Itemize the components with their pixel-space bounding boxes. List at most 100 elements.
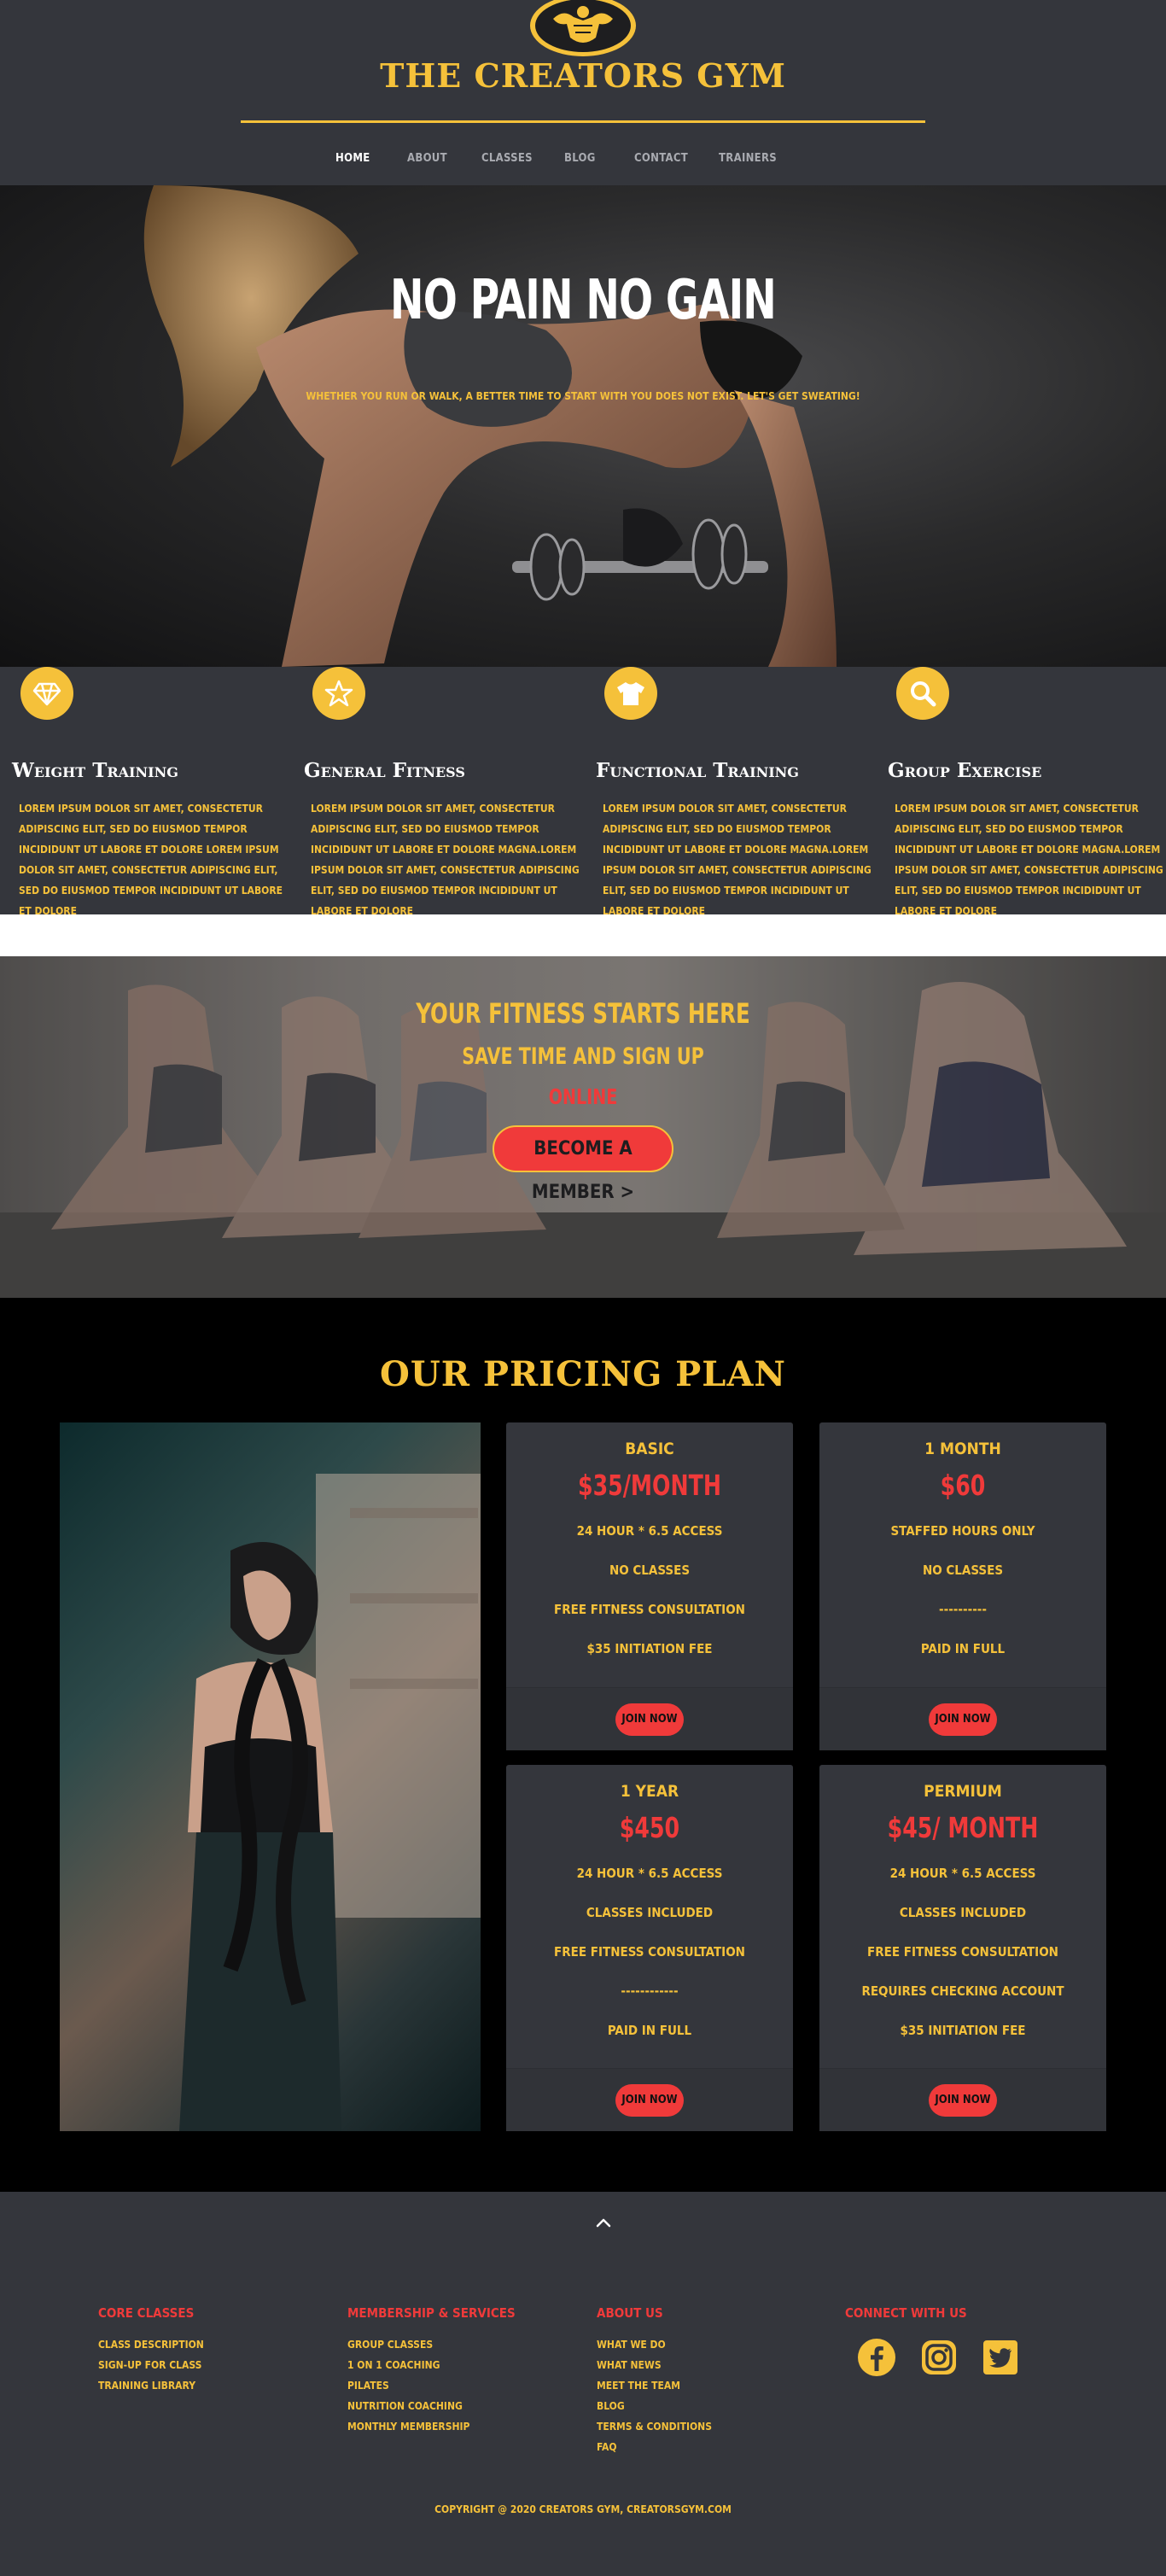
pricing-card-1-year: 1 YEAR $450 24 HOUR * 6.5 ACCESS CLASSES…	[506, 1765, 793, 2131]
site-title[interactable]: THE CREATORS GYM	[0, 56, 1166, 95]
plan-feature: ----------	[938, 1602, 988, 1617]
feature-text: LOREM IPSUM DOLOR SIT AMET, CONSECTETUR …	[311, 803, 580, 917]
footer-link[interactable]: WHAT NEWS	[597, 2355, 712, 2375]
plan-feature: 24 HOUR * 6.5 ACCESS	[576, 1523, 723, 1539]
tshirt-icon[interactable]	[604, 667, 657, 720]
feature-card: Functional Training LOREM IPSUM DOLOR SI…	[596, 667, 877, 917]
nav-item-trainers[interactable]: TRAINERS	[719, 152, 777, 165]
footer-link[interactable]: WHAT WE DO	[597, 2334, 712, 2355]
feature-card: Weight Training LOREM IPSUM DOLOR SIT AM…	[12, 667, 294, 917]
cta-online-label: ONLINE	[548, 1084, 618, 1109]
footer-heading: CONNECT WITH US	[845, 2305, 967, 2321]
trainer-photo	[60, 1422, 481, 2131]
feature-text: LOREM IPSUM DOLOR SIT AMET, CONSECTETUR …	[895, 803, 1163, 917]
cta-title: YOUR FITNESS STARTS HERE	[416, 997, 750, 1030]
plan-price: $35/MONTH	[578, 1469, 721, 1502]
plan-feature: ------------	[621, 1983, 679, 1999]
diamond-icon[interactable]	[20, 667, 73, 720]
plan-feature: 24 HOUR * 6.5 ACCESS	[889, 1866, 1036, 1881]
plan-price: $45/ MONTH	[887, 1811, 1039, 1844]
footer-link[interactable]: MEET THE TEAM	[597, 2375, 712, 2396]
footer-column-about: ABOUT US WHAT WE DO WHAT NEWS MEET THE T…	[597, 2305, 712, 2457]
plan-feature: FREE FITNESS CONSULTATION	[867, 1944, 1058, 1960]
bodybuilder-logo-icon[interactable]	[529, 0, 637, 56]
footer-heading: CORE CLASSES	[98, 2305, 195, 2321]
footer-link[interactable]: BLOG	[597, 2396, 712, 2416]
chevron-up-icon[interactable]	[593, 2212, 614, 2233]
features-section: Weight Training LOREM IPSUM DOLOR SIT AM…	[0, 667, 1166, 917]
pricing-card-premium: PERMIUM $45/ MONTH 24 HOUR * 6.5 ACCESS …	[819, 1765, 1106, 2131]
instagram-icon[interactable]	[918, 2337, 959, 2378]
feature-title: Functional Training	[596, 759, 799, 782]
footer-link[interactable]: MONTHLY MEMBERSHIP	[347, 2416, 516, 2437]
plan-feature: CLASSES INCLUDED	[899, 1905, 1027, 1920]
plan-name: 1 YEAR	[620, 1782, 679, 1801]
join-now-button[interactable]: JOIN NOW	[615, 2084, 684, 2117]
feature-card: General Fitness LOREM IPSUM DOLOR SIT AM…	[304, 667, 586, 917]
plan-name: PERMIUM	[924, 1782, 1002, 1801]
plan-footer: JOIN NOW	[819, 1687, 1106, 1750]
feature-text: LOREM IPSUM DOLOR SIT AMET, CONSECTETUR …	[19, 803, 283, 917]
pricing-card-1-month: 1 MONTH $60 STAFFED HOURS ONLY NO CLASSE…	[819, 1422, 1106, 1750]
footer-link[interactable]: TERMS & CONDITIONS	[597, 2416, 712, 2437]
join-now-button[interactable]: JOIN NOW	[615, 1703, 684, 1736]
footer-column-connect: CONNECT WITH US	[845, 2305, 967, 2334]
copyright-text: COPYRIGHT @ 2020 CREATORS GYM, CREATORSG…	[434, 2503, 732, 2515]
footer-link[interactable]: FAQ	[597, 2437, 712, 2457]
plan-feature: CLASSES INCLUDED	[586, 1905, 714, 1920]
footer-link[interactable]: PILATES	[347, 2375, 516, 2396]
feature-text: LOREM IPSUM DOLOR SIT AMET, CONSECTETUR …	[603, 803, 872, 917]
hero-title: NO PAIN NO GAIN	[390, 269, 777, 332]
plan-feature: STAFFED HOURS ONLY	[890, 1523, 1035, 1539]
pricing-section: OUR PRICING PLAN BASIC $35/MONTH 24 HOUR…	[0, 1298, 1166, 2192]
plan-feature: $35 INITIATION FEE	[900, 2023, 1026, 2038]
plan-price: $60	[940, 1469, 986, 1502]
membership-cta: YOUR FITNESS STARTS HERE SAVE TIME AND S…	[0, 956, 1166, 1298]
plan-feature: NO CLASSES	[609, 1563, 691, 1578]
search-icon[interactable]	[896, 667, 949, 720]
feature-title: Group Exercise	[888, 759, 1042, 782]
plan-name: 1 MONTH	[924, 1440, 1001, 1458]
hero-athlete-image	[143, 185, 837, 667]
feature-title: General Fitness	[304, 759, 465, 782]
plan-feature: FREE FITNESS CONSULTATION	[554, 1602, 745, 1617]
pricing-title: OUR PRICING PLAN	[380, 1354, 786, 1394]
nav-item-contact[interactable]: CONTACT	[634, 152, 688, 165]
nav-item-home[interactable]: HOME	[335, 152, 370, 165]
hero-subtitle: WHETHER YOU RUN OR WALK, A BETTER TIME T…	[306, 390, 860, 402]
nav-item-about[interactable]: ABOUT	[407, 152, 447, 165]
join-now-button[interactable]: JOIN NOW	[929, 2084, 997, 2117]
footer-link[interactable]: 1 ON 1 COACHING	[347, 2355, 516, 2375]
section-spacer	[0, 914, 1166, 956]
feature-card: Group Exercise LOREM IPSUM DOLOR SIT AME…	[888, 667, 1166, 917]
footer-link[interactable]: SIGN-UP FOR CLASS	[98, 2355, 204, 2375]
nav-item-classes[interactable]: CLASSES	[481, 152, 533, 165]
pricing-card-basic: BASIC $35/MONTH 24 HOUR * 6.5 ACCESS NO …	[506, 1422, 793, 1750]
footer-link[interactable]: TRAINING LIBRARY	[98, 2375, 204, 2396]
site-footer: CORE CLASSES CLASS DESCRIPTION SIGN-UP F…	[0, 2192, 1166, 2576]
plan-feature: FREE FITNESS CONSULTATION	[554, 1944, 745, 1960]
plan-name: BASIC	[625, 1440, 674, 1458]
footer-column-membership: MEMBERSHIP & SERVICES GROUP CLASSES 1 ON…	[347, 2305, 516, 2437]
plan-feature: 24 HOUR * 6.5 ACCESS	[576, 1866, 723, 1881]
header-divider	[241, 120, 925, 123]
footer-heading: ABOUT US	[597, 2305, 663, 2321]
hero-banner: NO PAIN NO GAIN WHETHER YOU RUN OR WALK,…	[0, 185, 1166, 667]
plan-feature: $35 INITIATION FEE	[586, 1641, 713, 1656]
plan-feature: NO CLASSES	[922, 1563, 1004, 1578]
star-icon[interactable]	[312, 667, 365, 720]
cta-subtitle: SAVE TIME AND SIGN UP	[462, 1043, 704, 1070]
facebook-icon[interactable]	[856, 2337, 897, 2378]
plan-footer: JOIN NOW	[506, 2068, 793, 2131]
become-member-button[interactable]: BECOME A MEMBER >	[493, 1125, 673, 1203]
plan-footer: JOIN NOW	[819, 2068, 1106, 2131]
footer-link[interactable]: NUTRITION COACHING	[347, 2396, 516, 2416]
footer-heading: MEMBERSHIP & SERVICES	[347, 2305, 516, 2321]
footer-link[interactable]: GROUP CLASSES	[347, 2334, 516, 2355]
join-now-button[interactable]: JOIN NOW	[929, 1703, 997, 1736]
footer-column-core-classes: CORE CLASSES CLASS DESCRIPTION SIGN-UP F…	[98, 2305, 204, 2396]
nav-item-blog[interactable]: BLOG	[564, 152, 596, 165]
plan-footer: JOIN NOW	[506, 1687, 793, 1750]
twitter-icon[interactable]	[980, 2337, 1021, 2378]
footer-link[interactable]: CLASS DESCRIPTION	[98, 2334, 204, 2355]
